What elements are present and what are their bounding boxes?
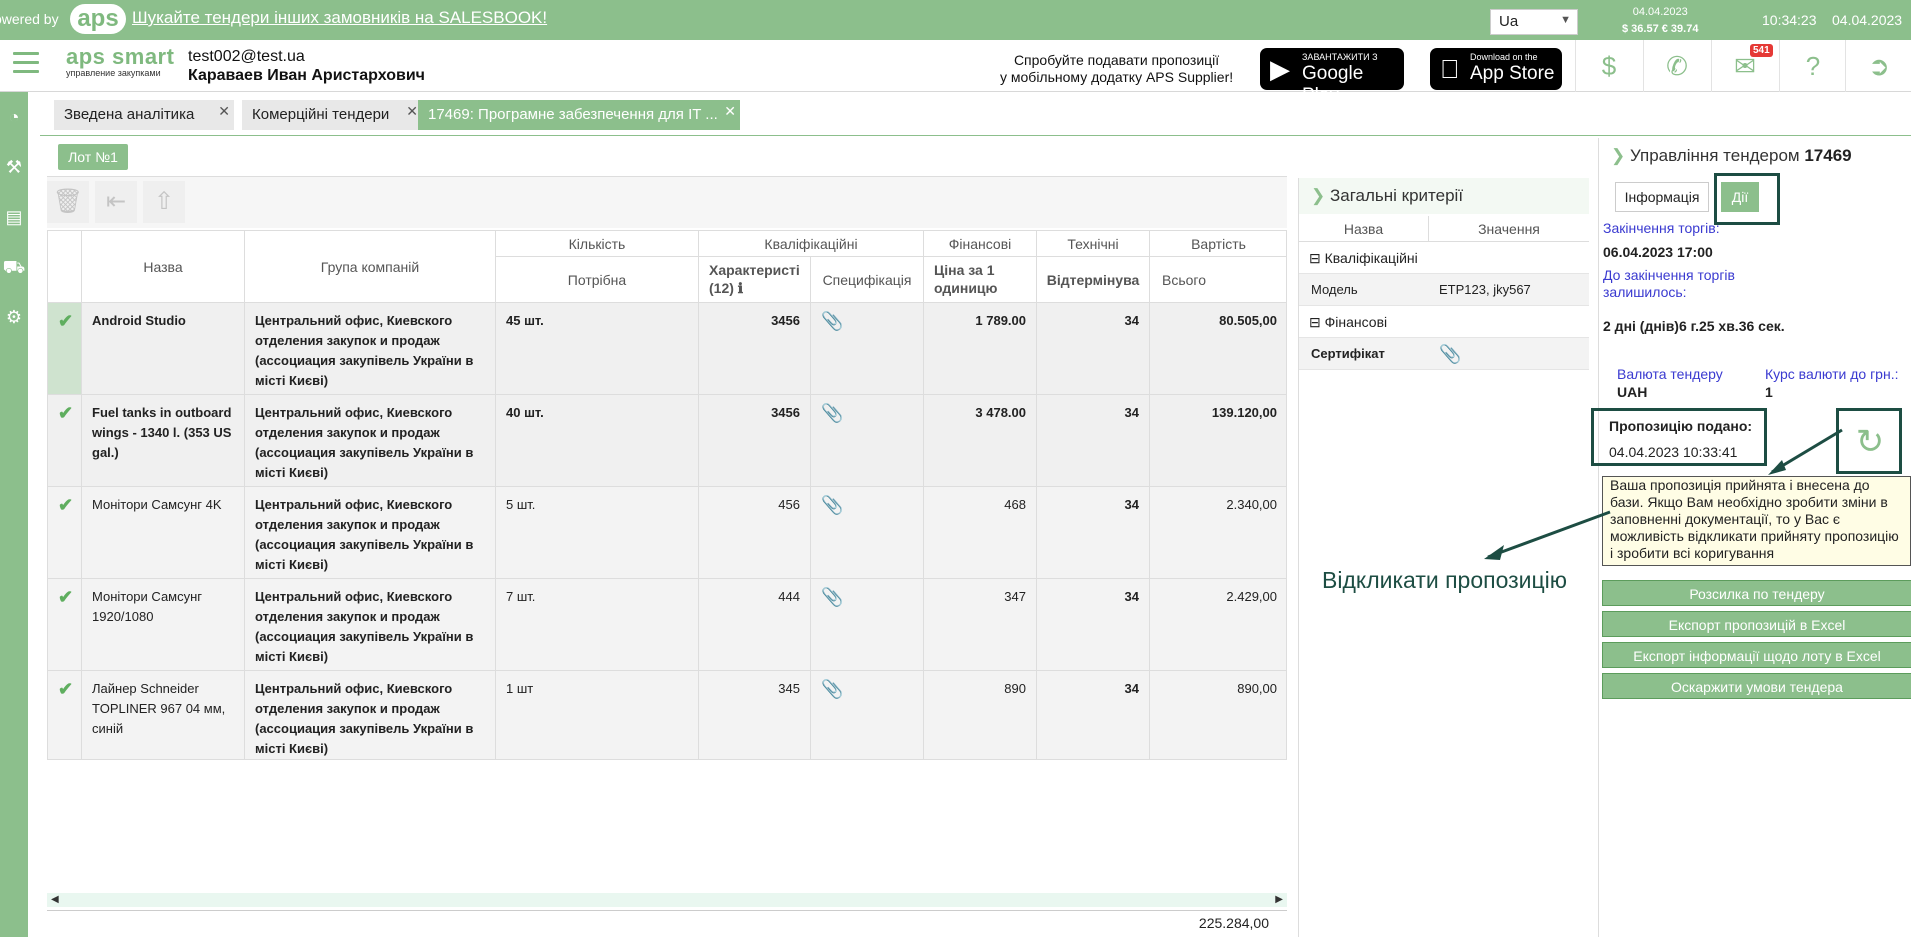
annotation-arrow-head-2	[1768, 460, 1786, 475]
annotation-withdraw-proposal: Відкликати пропозицію	[1322, 567, 1568, 593]
annotation-arrow-line-1	[1487, 510, 1611, 559]
annotation-arrow-head-1	[1484, 545, 1504, 560]
annotation-arrows	[1484, 428, 1843, 560]
